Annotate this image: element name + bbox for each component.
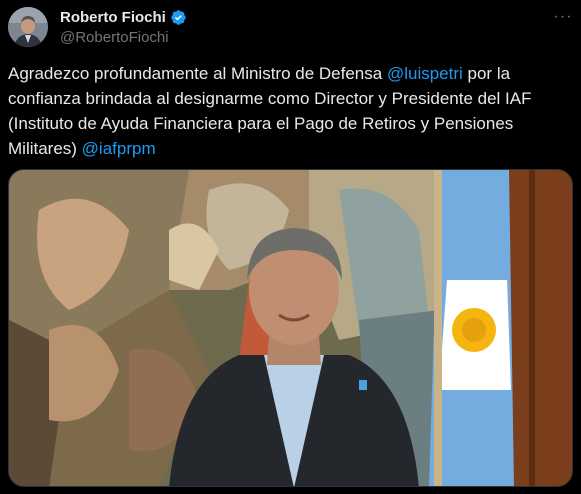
tweet-text: Agradezco profundamente al Ministro de D… bbox=[8, 61, 568, 161]
photo-image bbox=[9, 170, 572, 486]
avatar-image bbox=[8, 7, 48, 47]
more-options-icon[interactable]: ··· bbox=[553, 7, 573, 27]
tweet-text-part: Agradezco profundamente al Ministro de D… bbox=[8, 64, 387, 83]
tweet-header: Roberto Fiochi @RobertoFiochi ··· bbox=[8, 7, 573, 47]
handle[interactable]: @RobertoFiochi bbox=[60, 29, 169, 46]
tweet-photo[interactable] bbox=[8, 169, 573, 487]
mention-link[interactable]: @luispetri bbox=[387, 64, 463, 83]
avatar[interactable] bbox=[8, 7, 48, 47]
mention-link[interactable]: @iafprpm bbox=[82, 139, 156, 158]
display-name[interactable]: Roberto Fiochi bbox=[60, 9, 166, 26]
verified-badge-icon bbox=[170, 9, 187, 26]
